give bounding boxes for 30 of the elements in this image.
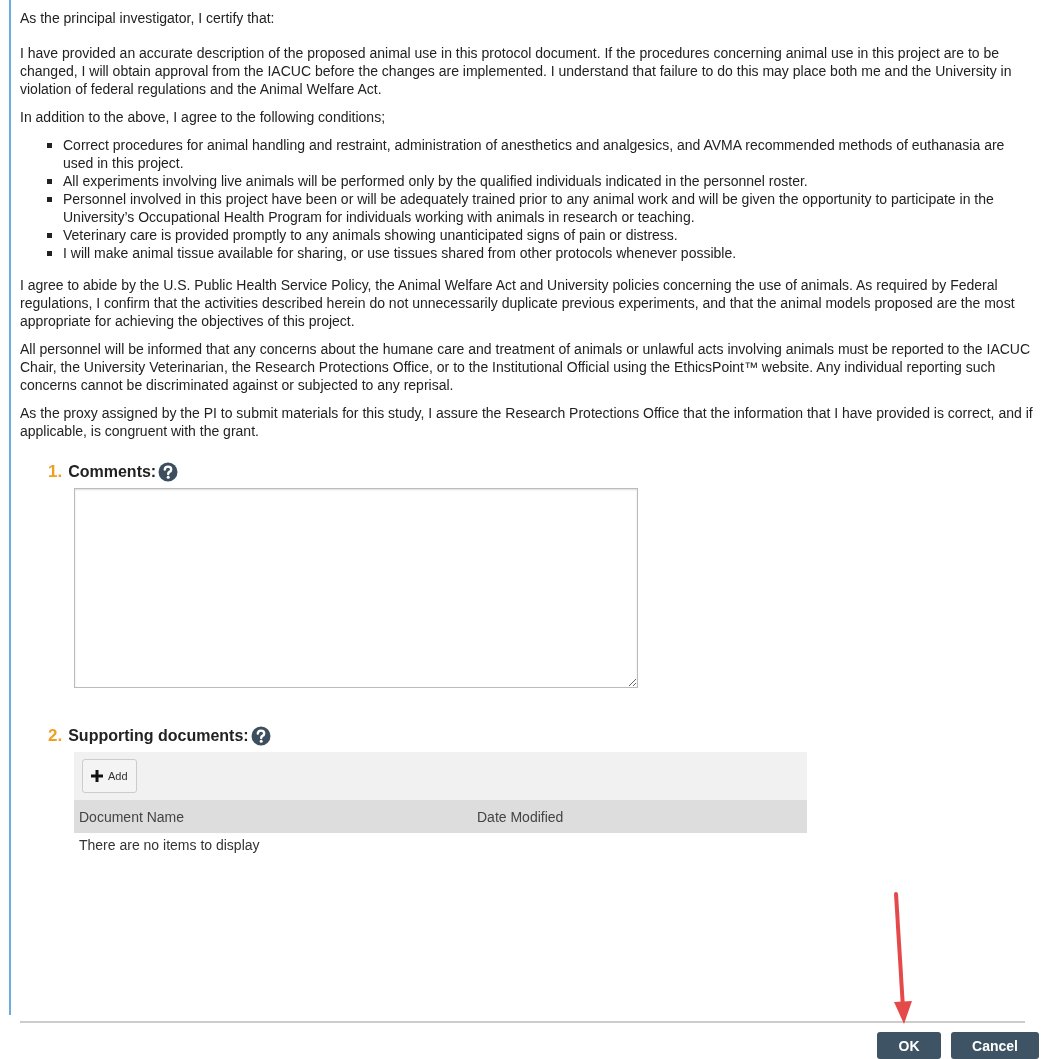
paragraph: All personnel will be informed that any concerns about the humane care and treatment of animals or unlawful acts involving animals must be reported to the IACUC Chair, the University Veterinarian, the Research Protections Office, or to the Institutional Official using the EthicsPoint™ website. Any individual reporting such concerns cannot be discriminated against or subjected to any reprisal. xyxy=(20,340,1032,394)
question-label: Comments: xyxy=(68,463,157,481)
bullet-icon xyxy=(47,197,52,202)
bullet-icon xyxy=(47,233,52,238)
column-header[interactable]: Date Modified xyxy=(477,808,564,825)
list-item: Correct procedures for animal handling and restraint, administration of anesthetics and analgesics, and AVMA recommended methods of euthanasia are used in this project. xyxy=(63,136,1006,172)
list-item: Personnel involved in this project have been or will be adequately trained prior to any animal work and will be given the opportunity to participate in the University’s Occupational Health Program for individuals working with animals in research or teaching. xyxy=(63,190,995,226)
paragraph: As the proxy assigned by the PI to submit materials for this study, I assure the Research Protections Office that the information that I have provided is correct, and if applicable, is congruent with the grant. xyxy=(20,404,1034,440)
ok-button[interactable]: OK xyxy=(877,1032,941,1059)
bullet-icon xyxy=(47,251,52,256)
help-icon[interactable] xyxy=(158,462,179,482)
paragraph: In addition to the above, I agree to the following conditions; xyxy=(20,108,387,126)
question-label: Supporting documents: xyxy=(68,727,249,745)
list-item: Veterinary care is provided promptly to any animals showing unanticipated signs of pain or distress. xyxy=(63,226,678,244)
bullet-icon xyxy=(47,143,52,148)
paragraph: As the principal investigator, I certify that: xyxy=(20,9,276,27)
paragraph: I have provided an accurate description of the proposed animal use in this protocol document. If the procedures concerning animal use in this project are to be changed, I will obtain approval from the IACUC before the changes are implemented. I understand that failure to do this may place both me and the University in violation of federal regulations and the Animal Welfare Act. xyxy=(20,44,1013,98)
paragraph: I agree to abide by the U.S. Public Health Service Policy, the Animal Welfare Act and University policies concerning the use of animals. As required by Federal regulations, I confirm that the activities described herein do not unnecessarily duplicate previous experiments, and that the animal models proposed are the most appropriate for achieving the objectives of this project. xyxy=(20,276,1016,330)
list-item: All experiments involving live animals will be performed only by the qualified individuals indicated in the personnel roster. xyxy=(63,172,808,190)
comments-field[interactable] xyxy=(74,488,638,688)
plus-icon xyxy=(91,770,103,782)
add-button[interactable]: Add xyxy=(82,759,137,793)
list-item: I will make animal tissue available for sharing, or use tissues shared from other protocols whenever possible. xyxy=(63,244,737,262)
help-icon[interactable] xyxy=(250,726,271,746)
bullet-icon xyxy=(47,179,52,184)
cancel-button[interactable]: Cancel xyxy=(951,1032,1039,1059)
empty-message: There are no items to display xyxy=(78,836,261,855)
question-number: 1. xyxy=(48,462,63,482)
question-number: 2. xyxy=(48,726,63,746)
column-header[interactable]: Document Name xyxy=(79,808,477,825)
